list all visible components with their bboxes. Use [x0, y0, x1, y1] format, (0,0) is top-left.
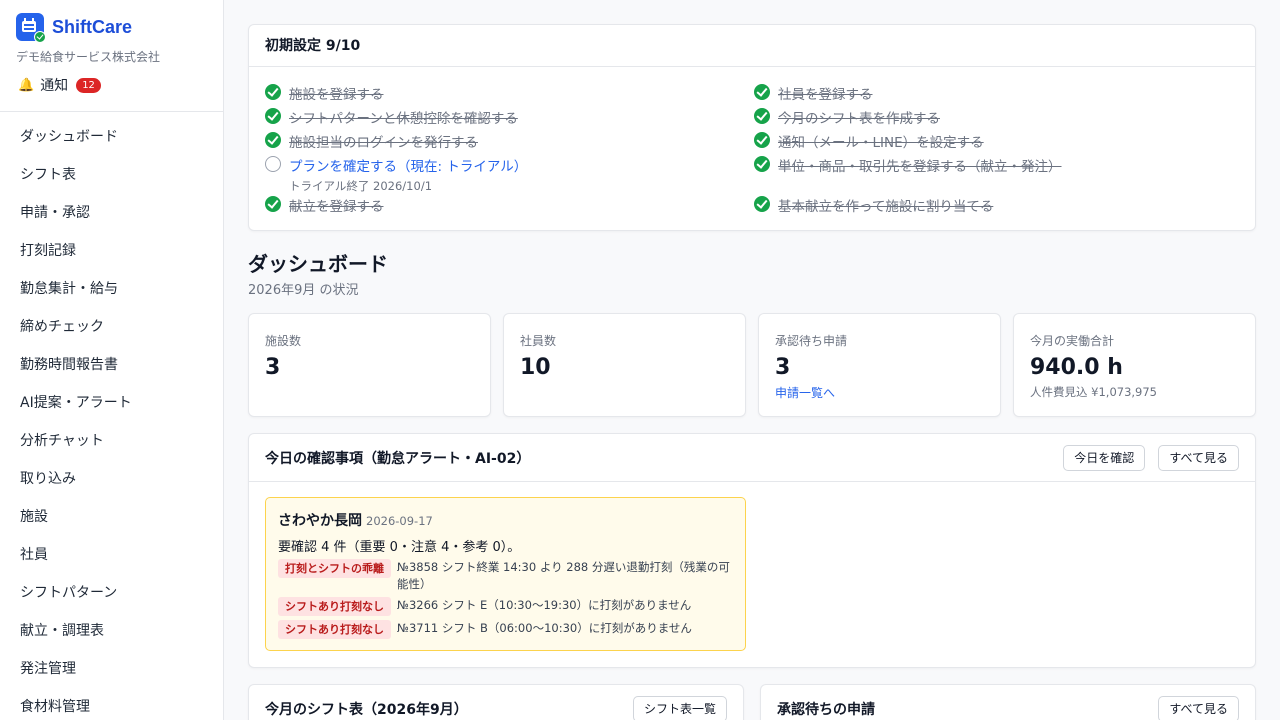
pending-requests-card: 承認待ちの申請 すべて見る	[760, 684, 1256, 720]
company-name: デモ給食サービス株式会社	[16, 50, 161, 64]
calendar-check-icon	[16, 13, 46, 43]
sidebar-item-dashboard[interactable]: ダッシュボード	[0, 118, 223, 156]
alert-tag: シフトあり打刻なし	[278, 597, 391, 616]
setup-task[interactable]: 社員を登録する	[754, 83, 873, 103]
check-circle-icon	[754, 156, 770, 172]
facility-alert-box[interactable]: さわやか長岡 2026-09-17 要確認 4 件（重要 0・注意 4・参考 0）…	[265, 497, 746, 651]
setup-task[interactable]: 施設担当のログインを発行する	[265, 131, 478, 151]
setup-task[interactable]: 施設を登録する	[265, 83, 384, 103]
sidebar: ShiftCare デモ給食サービス株式会社 🔔 通知 12 ダッシュボード シ…	[0, 0, 224, 720]
stat-value: 10	[520, 355, 551, 380]
sidebar-item-analytics-chat[interactable]: 分析チャット	[0, 422, 223, 460]
see-all-alerts-button[interactable]: すべて見る	[1158, 444, 1239, 471]
check-circle-icon	[754, 84, 770, 100]
stat-card-pending-requests: 承認待ち申請 3 申請一覧へ	[758, 313, 1001, 417]
sidebar-item-employees[interactable]: 社員	[0, 536, 223, 574]
setup-task-label: 献立を登録する	[289, 199, 384, 215]
stat-value: 3	[265, 355, 281, 380]
stat-label: 承認待ち申請	[775, 334, 848, 348]
stat-value: 940.0 h	[1030, 355, 1123, 380]
alert-text: №3711 シフト B（06:00〜10:30）に打刻がありません	[397, 621, 692, 635]
sidebar-item-import[interactable]: 取り込み	[0, 460, 223, 498]
setup-checklist-card: 初期設定 9/10 施設を登録する 社員を登録する シフトパターンと休憩控除を確…	[248, 24, 1256, 231]
sidebar-item-work-hours-report[interactable]: 勤務時間報告書	[0, 346, 223, 384]
alert-tag: 打刻とシフトの乖離	[278, 559, 391, 578]
alert-text: №3266 シフト E（10:30〜19:30）に打刻がありません	[397, 598, 692, 612]
check-circle-icon	[754, 196, 770, 212]
sidebar-item-facilities[interactable]: 施設	[0, 498, 223, 536]
notification-link[interactable]: 🔔 通知 12	[0, 65, 223, 95]
alert-summary: 要確認 4 件（重要 0・注意 4・参考 0）。	[278, 540, 521, 555]
alerts-title: 今日の確認事項（勤怠アラート・AI-02）	[265, 450, 531, 467]
labor-cost-note: 人件費見込 ¥1,073,975	[1030, 385, 1157, 399]
main-content: 初期設定 9/10 施設を登録する 社員を登録する シフトパターンと休憩控除を確…	[224, 0, 1280, 720]
alert-facility-name: さわやか長岡	[278, 513, 362, 529]
page-subtitle: 2026年9月 の状況	[248, 283, 359, 298]
sidebar-item-ai-alerts[interactable]: AI提案・アラート	[0, 384, 223, 422]
alert-row: 打刻とシフトの乖離 №3858 シフト終業 14:30 より 288 分遅い退勤…	[278, 559, 733, 593]
trial-end-note: トライアル終了 2026/10/1	[289, 179, 433, 193]
alert-row: シフトあり打刻なし №3266 シフト E（10:30〜19:30）に打刻があり…	[278, 597, 733, 616]
sidebar-item-closing-check[interactable]: 締めチェック	[0, 308, 223, 346]
setup-task-label: 単位・商品・取引先を登録する（献立・発注）	[778, 159, 1062, 175]
setup-task[interactable]: 通知（メール・LINE）を設定する	[754, 131, 984, 151]
sidebar-item-shift-table[interactable]: シフト表	[0, 156, 223, 194]
stat-value: 3	[775, 355, 791, 380]
page-title: ダッシュボード	[248, 252, 388, 276]
alert-date: 2026-09-17	[366, 514, 433, 528]
setup-title: 初期設定 9/10	[249, 25, 1255, 67]
alert-tag: シフトあり打刻なし	[278, 620, 391, 639]
empty-circle-icon	[265, 156, 281, 172]
sidebar-item-punch-records[interactable]: 打刻記録	[0, 232, 223, 270]
sidebar-item-ingredients[interactable]: 食材料管理	[0, 688, 223, 720]
requests-list-link[interactable]: 申請一覧へ	[775, 384, 984, 401]
see-all-requests-button[interactable]: すべて見る	[1158, 696, 1239, 720]
notification-count-badge: 12	[76, 77, 101, 93]
stat-label: 社員数	[520, 334, 557, 348]
check-today-button[interactable]: 今日を確認	[1063, 444, 1146, 471]
bell-icon: 🔔	[18, 77, 35, 93]
setup-task[interactable]: 献立を登録する	[265, 195, 384, 215]
sidebar-item-requests[interactable]: 申請・承認	[0, 194, 223, 232]
setup-task-label: シフトパターンと休憩控除を確認する	[289, 111, 518, 127]
check-circle-icon	[265, 196, 281, 212]
brand[interactable]: ShiftCare	[0, 0, 223, 43]
setup-task[interactable]: 単位・商品・取引先を登録する（献立・発注）	[754, 155, 1062, 175]
setup-task-label: 今月のシフト表を作成する	[778, 111, 940, 127]
stat-card-facilities: 施設数 3	[248, 313, 491, 417]
check-circle-icon	[265, 84, 281, 100]
setup-task-label: 施設担当のログインを発行する	[289, 135, 478, 151]
shift-list-button[interactable]: シフト表一覧	[632, 696, 727, 720]
monthly-shift-card: 今月のシフト表（2026年9月） シフト表一覧	[248, 684, 744, 720]
sidebar-item-menu-cooking[interactable]: 献立・調理表	[0, 612, 223, 650]
setup-task-label: 基本献立を作って施設に割り当てる	[778, 199, 994, 215]
today-alerts-card: 今日の確認事項（勤怠アラート・AI-02） 今日を確認 すべて見る さわやか長岡…	[248, 433, 1256, 668]
sidebar-item-shift-patterns[interactable]: シフトパターン	[0, 574, 223, 612]
check-circle-icon	[754, 132, 770, 148]
pending-card-title: 承認待ちの申請	[777, 702, 875, 718]
setup-task-label: 施設を登録する	[289, 87, 384, 103]
setup-task[interactable]: 今月のシフト表を作成する	[754, 107, 940, 127]
stat-card-work-hours: 今月の実働合計 940.0 h 人件費見込 ¥1,073,975	[1013, 313, 1256, 417]
sidebar-item-ordering[interactable]: 発注管理	[0, 650, 223, 688]
alert-text: №3858 シフト終業 14:30 より 288 分遅い退勤打刻（残業の可能性）	[397, 560, 730, 591]
stat-label: 施設数	[265, 334, 302, 348]
sidebar-nav: ダッシュボード シフト表 申請・承認 打刻記録 勤怠集計・給与 締めチェック 勤…	[0, 112, 223, 720]
check-circle-icon	[265, 132, 281, 148]
app-name: ShiftCare	[52, 16, 133, 37]
setup-task-pending[interactable]: プランを確定する（現在: トライアル） トライアル終了 2026/10/1	[265, 155, 527, 194]
stat-label: 今月の実働合計	[1030, 334, 1115, 348]
check-circle-icon	[265, 108, 281, 124]
setup-task[interactable]: シフトパターンと休憩控除を確認する	[265, 107, 518, 127]
shift-card-title: 今月のシフト表（2026年9月）	[265, 702, 468, 718]
notification-label: 通知	[40, 78, 69, 94]
setup-task-label: 社員を登録する	[778, 87, 873, 103]
setup-task[interactable]: 基本献立を作って施設に割り当てる	[754, 195, 993, 215]
setup-task-label[interactable]: プランを確定する（現在: トライアル）	[289, 159, 527, 175]
setup-task-label: 通知（メール・LINE）を設定する	[778, 135, 984, 151]
alert-row: シフトあり打刻なし №3711 シフト B（06:00〜10:30）に打刻があり…	[278, 620, 733, 639]
stat-card-employees: 社員数 10	[503, 313, 746, 417]
check-circle-icon	[754, 108, 770, 124]
sidebar-item-attendance-payroll[interactable]: 勤怠集計・給与	[0, 270, 223, 308]
